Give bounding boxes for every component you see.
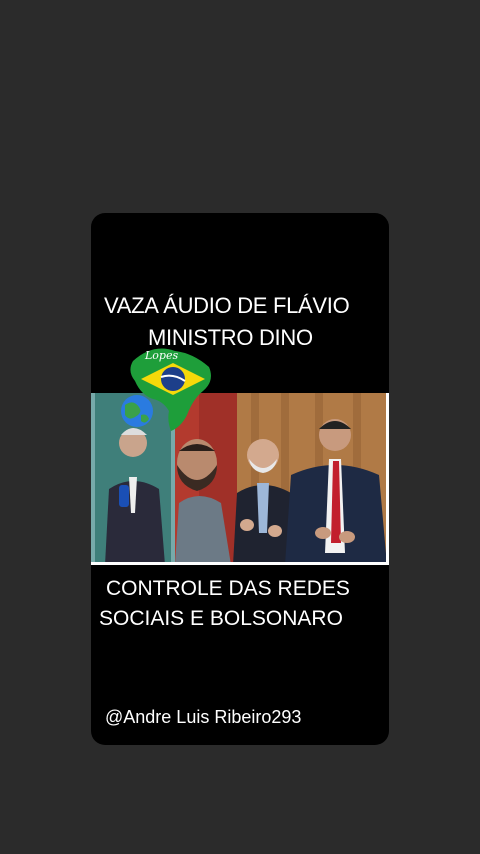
subtitle-line-1: CONTROLE DAS REDES: [106, 577, 350, 600]
video-post-card[interactable]: VAZA ÁUDIO DE FLÁVIO MINISTRO DINO Lopes…: [91, 213, 389, 745]
badge-text: Lopes: [144, 349, 178, 362]
author-handle[interactable]: @Andre Luis Ribeiro293: [105, 707, 301, 728]
brazil-map-flag-icon: Lopes: [123, 341, 215, 433]
headline-line-1: VAZA ÁUDIO DE FLÁVIO: [104, 293, 350, 318]
subtitle-line-2: SOCIAIS E BOLSONARO: [99, 607, 343, 630]
